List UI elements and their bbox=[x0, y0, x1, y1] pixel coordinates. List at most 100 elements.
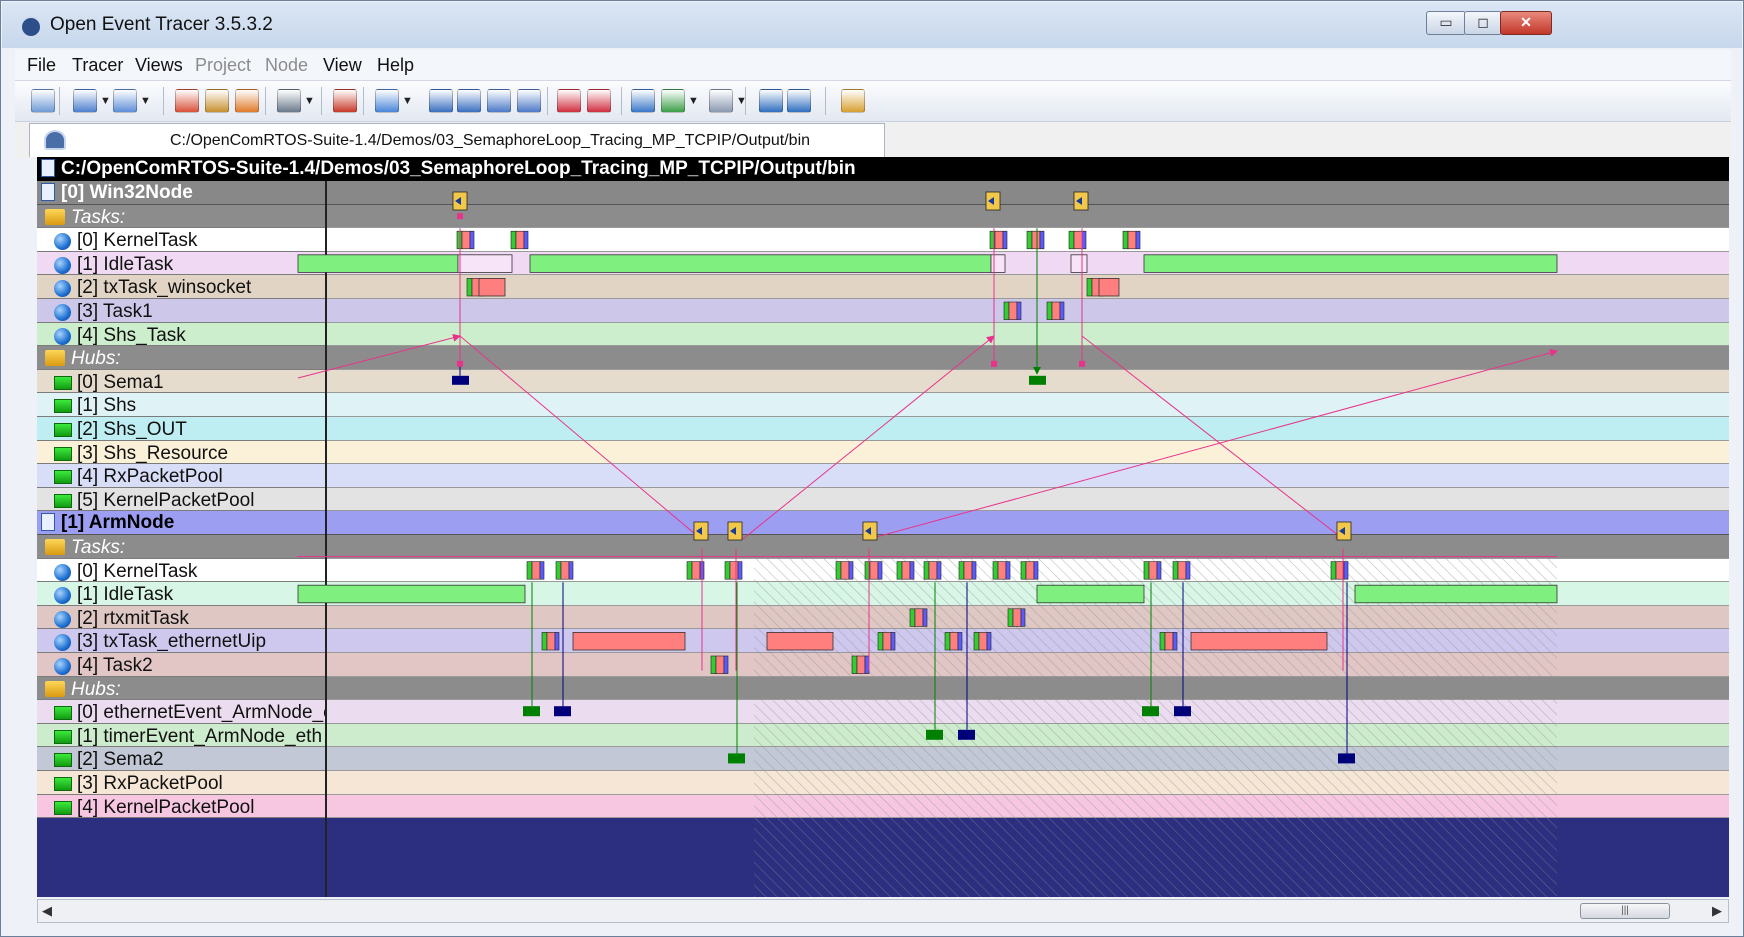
grid-icon[interactable] bbox=[709, 89, 733, 113]
stack-view-icon[interactable] bbox=[487, 89, 511, 113]
task-event bbox=[957, 632, 963, 651]
kernel-event bbox=[848, 561, 854, 580]
kernel-event bbox=[971, 561, 977, 580]
task-event bbox=[864, 655, 870, 674]
tx-run-bar bbox=[478, 278, 506, 297]
scrollbar-thumb[interactable]: ||| bbox=[1580, 903, 1670, 919]
task-event bbox=[541, 632, 548, 651]
task-event bbox=[1020, 608, 1026, 627]
hub-event-marker bbox=[958, 729, 975, 740]
scroll-left-icon[interactable]: ◀ bbox=[42, 903, 52, 919]
idle-run-bar bbox=[297, 584, 526, 604]
dropdown-arrow-icon[interactable]: ▼ bbox=[140, 95, 151, 107]
kernel-event bbox=[1039, 230, 1045, 250]
layout-icon[interactable] bbox=[277, 89, 301, 113]
kernel-event bbox=[994, 230, 1004, 250]
kernel-event bbox=[835, 561, 842, 580]
statistics-icon[interactable] bbox=[661, 89, 685, 113]
kernel-event bbox=[1020, 561, 1027, 580]
scroll-right-icon[interactable]: ▶ bbox=[1712, 903, 1722, 919]
export-icon[interactable] bbox=[113, 89, 137, 113]
task-event bbox=[723, 655, 729, 674]
task-event bbox=[715, 655, 725, 674]
idle-run-bar bbox=[529, 254, 992, 273]
dropdown-arrow-icon[interactable]: ▼ bbox=[402, 95, 413, 107]
link-point bbox=[991, 360, 997, 367]
task-event bbox=[890, 632, 896, 651]
refresh-view-icon[interactable] bbox=[517, 89, 541, 113]
toolbar-separator bbox=[825, 87, 826, 115]
kernel-event bbox=[877, 561, 883, 580]
node-view-icon[interactable] bbox=[375, 89, 399, 113]
record-links-icon[interactable] bbox=[235, 89, 259, 113]
link-point bbox=[1079, 360, 1085, 367]
trace-tab[interactable]: C:/OpenComRTOS-Suite-1.4/Demos/03_Semaph… bbox=[29, 123, 885, 157]
kernel-event bbox=[515, 230, 525, 250]
kernel-event bbox=[510, 230, 517, 250]
title-bar: Open Event Tracer 3.5.3.2 ▭ ◻ ✕ bbox=[2, 2, 1742, 48]
task-event bbox=[914, 608, 924, 627]
next-event-icon[interactable] bbox=[587, 89, 611, 113]
task-event bbox=[710, 655, 717, 674]
dropdown-arrow-icon[interactable]: ▼ bbox=[304, 95, 315, 107]
menu-help[interactable]: Help bbox=[377, 55, 414, 76]
hub-event-marker bbox=[452, 375, 469, 385]
kernel-event bbox=[729, 561, 739, 580]
task-event bbox=[851, 655, 858, 674]
link-mode-icon[interactable] bbox=[631, 89, 655, 113]
kernel-event bbox=[724, 561, 731, 580]
task-event bbox=[877, 632, 884, 651]
task1-event bbox=[1051, 301, 1061, 320]
task-event bbox=[554, 632, 560, 651]
kernel-event bbox=[1177, 561, 1187, 580]
kernel-event bbox=[923, 561, 930, 580]
dropdown-arrow-icon[interactable]: ▼ bbox=[688, 95, 699, 107]
menu-view[interactable]: View bbox=[323, 55, 362, 76]
kernel-event bbox=[992, 561, 999, 580]
maximize-button[interactable]: ◻ bbox=[1464, 11, 1502, 35]
horizontal-scrollbar[interactable]: ◀ ||| ▶ bbox=[37, 899, 1729, 923]
filter-icon[interactable] bbox=[333, 89, 357, 113]
tx-run-bar bbox=[1190, 631, 1328, 651]
kernel-event bbox=[1026, 230, 1033, 250]
kernel-event bbox=[1033, 561, 1039, 580]
hub-event-marker bbox=[523, 706, 540, 717]
menu-bar: File Tracer Views Project Node View Help bbox=[15, 50, 1731, 81]
kernel-event bbox=[928, 561, 938, 580]
kernel-event bbox=[1122, 230, 1129, 250]
dropdown-arrow-icon[interactable]: ▼ bbox=[100, 95, 111, 107]
kernel-event bbox=[560, 561, 570, 580]
kernel-event bbox=[1172, 561, 1179, 580]
trace-view[interactable]: C:/OpenComRTOS-Suite-1.4/Demos/03_Semaph… bbox=[37, 157, 1729, 897]
kernel-event bbox=[737, 561, 743, 580]
menu-file[interactable]: File bbox=[27, 55, 56, 76]
previous-event-icon[interactable] bbox=[557, 89, 581, 113]
dropdown-arrow-icon[interactable]: ▼ bbox=[736, 95, 747, 107]
idle-run-bar bbox=[297, 254, 459, 273]
zoom-out-icon[interactable] bbox=[787, 89, 811, 113]
task-event bbox=[944, 632, 951, 651]
kernel-event bbox=[1148, 561, 1158, 580]
collapse-all-icon[interactable] bbox=[457, 89, 481, 113]
window-title: Open Event Tracer 3.5.3.2 bbox=[50, 14, 273, 35]
book-icon[interactable] bbox=[841, 89, 865, 113]
record-tasks-icon[interactable] bbox=[175, 89, 199, 113]
close-button[interactable]: ✕ bbox=[1500, 11, 1552, 35]
hub-event-marker bbox=[1142, 706, 1159, 717]
expand-all-icon[interactable] bbox=[429, 89, 453, 113]
kernel-event bbox=[461, 230, 471, 250]
menu-views[interactable]: Views bbox=[135, 55, 183, 76]
save-trace-icon[interactable] bbox=[73, 89, 97, 113]
zoom-in-icon[interactable] bbox=[759, 89, 783, 113]
cross-node-message bbox=[459, 335, 702, 540]
kernel-event bbox=[997, 561, 1007, 580]
menu-tracer[interactable]: Tracer bbox=[72, 55, 123, 76]
record-hubs-icon[interactable] bbox=[205, 89, 229, 113]
task-event bbox=[986, 632, 992, 651]
tx-event bbox=[1086, 278, 1093, 297]
task1-event bbox=[1059, 301, 1065, 320]
hub-event-marker bbox=[1029, 375, 1046, 385]
minimize-button[interactable]: ▭ bbox=[1426, 11, 1466, 35]
open-trace-icon[interactable] bbox=[31, 89, 55, 113]
cross-node-message bbox=[868, 348, 1558, 540]
